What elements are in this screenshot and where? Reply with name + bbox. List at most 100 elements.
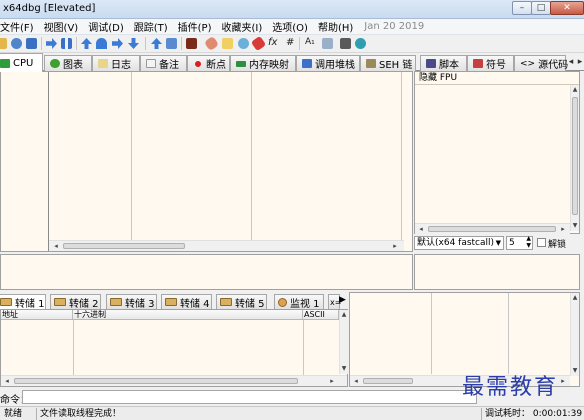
trace-into-icon[interactable] xyxy=(112,38,123,49)
scroll-right-icon[interactable]: ▸ xyxy=(327,376,337,386)
menu-favourites[interactable]: 收藏夹(I) xyxy=(217,19,268,34)
tab-graph[interactable]: 图表 xyxy=(44,55,92,71)
column-header-ascii[interactable]: ASCII xyxy=(303,310,339,320)
labels-icon[interactable] xyxy=(238,38,249,49)
execute-till-return-icon[interactable] xyxy=(151,38,162,49)
menu-view[interactable]: 视图(V) xyxy=(39,19,84,34)
scrollbar-thumb[interactable] xyxy=(63,243,185,249)
status-message: 文件读取线程完成！ xyxy=(40,409,122,419)
seh-chain-icon xyxy=(366,59,376,68)
scroll-down-icon[interactable]: ▼ xyxy=(340,364,348,373)
tab-watch-1[interactable]: 监视 1 xyxy=(274,294,324,310)
menu-plugins[interactable]: 插件(P) xyxy=(173,19,217,34)
tab-dump-4[interactable]: 转储 4 xyxy=(161,294,212,310)
close-window-button[interactable]: ✕ xyxy=(550,1,584,15)
menu-debug[interactable]: 调试(D) xyxy=(83,19,129,34)
scrollbar-thumb[interactable] xyxy=(363,378,413,384)
command-input[interactable] xyxy=(22,390,477,404)
dump-horizontal-scrollbar[interactable]: ◂ ▸ xyxy=(1,375,347,386)
scroll-up-icon[interactable]: ▲ xyxy=(340,310,348,319)
menu-help[interactable]: 帮助(H) xyxy=(313,19,358,34)
run-icon[interactable] xyxy=(46,38,57,49)
tab-log[interactable]: 日志 xyxy=(92,55,140,71)
window-title: x64dbg [Elevated] xyxy=(3,3,96,14)
patch-icon[interactable] xyxy=(203,35,220,52)
maximize-button[interactable]: □ xyxy=(531,1,551,15)
tab-dump-1[interactable]: 转储 1 xyxy=(0,294,46,310)
calculator-icon[interactable] xyxy=(322,38,333,49)
trace-over-icon[interactable] xyxy=(128,38,139,49)
tab-scroll-right-icon[interactable]: ▸ xyxy=(575,56,584,68)
script-icon xyxy=(426,59,436,68)
font-icon[interactable]: A₁ xyxy=(305,37,315,47)
comments-icon[interactable] xyxy=(222,38,233,49)
scroll-left-icon[interactable]: ◂ xyxy=(51,241,61,251)
scroll-left-icon[interactable]: ◂ xyxy=(416,224,426,234)
scroll-right-icon[interactable]: ▸ xyxy=(390,241,400,251)
chevron-down-icon: ▼ xyxy=(495,239,501,247)
scylla-icon[interactable] xyxy=(186,38,197,49)
menu-file[interactable]: 文件(F) xyxy=(0,19,39,34)
script-log-icon[interactable] xyxy=(340,38,351,49)
title-bar: x64dbg [Elevated] – □ ✕ xyxy=(0,0,584,19)
pause-icon[interactable] xyxy=(61,38,72,49)
close-icon[interactable] xyxy=(26,38,37,49)
tab-breakpoints[interactable]: 断点 xyxy=(187,55,230,71)
tab-dump-2[interactable]: 转储 2 xyxy=(50,294,101,310)
scrollbar-thumb[interactable] xyxy=(572,97,578,215)
restart-icon[interactable] xyxy=(11,38,22,49)
tab-label: 调用堆栈 xyxy=(315,60,355,71)
dump-vertical-scrollbar[interactable]: ▲ ▼ xyxy=(339,310,348,374)
scroll-up-icon[interactable]: ▲ xyxy=(571,293,579,302)
stack-vertical-scrollbar[interactable]: ▲ ▼ xyxy=(570,293,579,376)
disassembly-horizontal-scrollbar[interactable]: ◂ ▸ xyxy=(49,240,404,251)
tab-seh-chain[interactable]: SEH 链 xyxy=(360,55,416,71)
hash-icon[interactable]: # xyxy=(286,37,294,48)
scroll-left-icon[interactable]: ◂ xyxy=(351,376,361,386)
fpu-toggle-header[interactable]: 隐藏 FPU xyxy=(415,72,579,85)
calling-convention-select[interactable]: 默认(x64 fastcall) ▼ xyxy=(414,236,504,250)
tab-label: 转储 4 xyxy=(180,298,210,310)
run-to-user-code-icon[interactable] xyxy=(166,38,177,49)
dump-icon xyxy=(0,298,12,306)
functions-icon[interactable]: fx xyxy=(268,37,277,48)
tab-cpu[interactable]: CPU xyxy=(0,53,43,72)
registers-panel: 隐藏 FPU ▲ ▼ ◂ ▸ xyxy=(414,71,580,234)
open-icon[interactable] xyxy=(0,38,7,49)
tab-script[interactable]: 脚本 xyxy=(420,55,467,71)
tab-symbols[interactable]: 符号 xyxy=(467,55,514,71)
unlock-checkbox[interactable] xyxy=(537,238,546,247)
debug-time: 调试耗时： 0:00:01:39 xyxy=(485,409,583,419)
step-into-icon[interactable] xyxy=(81,38,92,49)
disassembly-view[interactable] xyxy=(49,72,404,240)
tab-memory-map[interactable]: 内存映射 xyxy=(230,55,296,71)
menu-options[interactable]: 选项(O) xyxy=(267,19,313,34)
column-header-address[interactable]: 地址 xyxy=(1,310,73,320)
menu-bar: 文件(F) 视图(V) 调试(D) 跟踪(T) 插件(P) 收藏夹(I) 选项(… xyxy=(0,19,584,35)
scroll-right-icon[interactable]: ▸ xyxy=(558,224,568,234)
spin-down-icon[interactable]: ▼ xyxy=(526,243,531,249)
watch-icon xyxy=(278,297,287,307)
scrollbar-thumb[interactable] xyxy=(428,226,556,232)
tab-dump-5[interactable]: 转储 5 xyxy=(216,294,267,310)
minimize-button[interactable]: – xyxy=(512,1,532,15)
dump-panel: 地址 十六进制 ASCII ▲ ▼ ◂ ▸ xyxy=(0,309,348,387)
menu-trace[interactable]: 跟踪(T) xyxy=(129,19,173,34)
scrollbar-thumb[interactable] xyxy=(14,378,298,384)
step-over-icon[interactable] xyxy=(96,38,107,49)
registers-horizontal-scrollbar[interactable]: ◂ ▸ xyxy=(415,223,570,234)
scroll-down-icon[interactable]: ▼ xyxy=(571,221,579,230)
tab-call-stack[interactable]: 调用堆栈 xyxy=(296,55,360,71)
bookmarks-icon[interactable] xyxy=(250,35,267,52)
help-icon[interactable] xyxy=(355,38,366,49)
tab-source[interactable]: <> 源代码 xyxy=(514,55,568,71)
tab-label: 转储 2 xyxy=(69,298,99,310)
scroll-left-icon[interactable]: ◂ xyxy=(2,376,12,386)
argument-count-spinbox[interactable]: 5 ▲ ▼ xyxy=(506,236,533,250)
column-header-hex[interactable]: 十六进制 xyxy=(73,310,303,320)
tab-notes[interactable]: 备注 xyxy=(140,55,187,71)
dump-tab-scroll-right-icon[interactable]: ▶ xyxy=(339,295,346,305)
tab-dump-3[interactable]: 转储 3 xyxy=(106,294,157,310)
registers-vertical-scrollbar[interactable]: ▲ ▼ xyxy=(570,85,579,231)
scroll-up-icon[interactable]: ▲ xyxy=(571,85,579,94)
